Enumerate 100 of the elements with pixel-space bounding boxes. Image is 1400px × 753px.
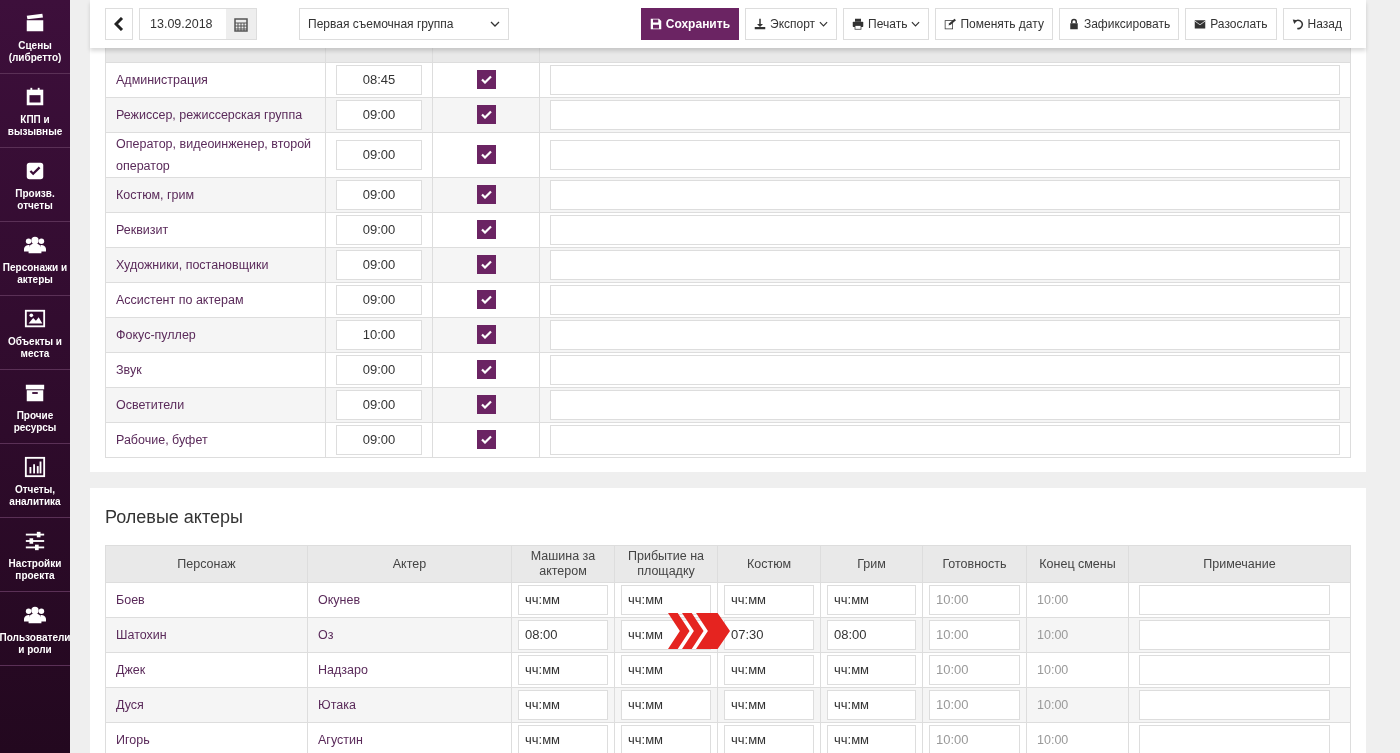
back-button[interactable] bbox=[105, 8, 133, 40]
note-field[interactable] bbox=[550, 140, 1340, 170]
note-field[interactable] bbox=[1139, 725, 1330, 753]
checkbox[interactable] bbox=[476, 290, 496, 310]
note-field[interactable] bbox=[550, 285, 1340, 315]
image-icon bbox=[24, 308, 46, 330]
checkbox[interactable] bbox=[476, 395, 496, 415]
time-field[interactable]: 08:00 bbox=[827, 620, 916, 650]
time-field[interactable]: чч:мм bbox=[621, 655, 711, 685]
sliders-icon bbox=[24, 530, 46, 552]
time-field[interactable]: 09:00 bbox=[336, 215, 422, 245]
sidebar-item[interactable]: Персонажи и актеры bbox=[0, 222, 70, 296]
time-field[interactable]: 09:00 bbox=[336, 425, 422, 455]
time-field[interactable]: чч:мм bbox=[621, 585, 711, 615]
sidebar-item[interactable]: Произв. отчеты bbox=[0, 148, 70, 222]
time-field[interactable]: чч:мм bbox=[518, 690, 608, 720]
save-icon bbox=[649, 18, 662, 30]
toolbar-button[interactable]: Поменять дату bbox=[935, 8, 1053, 40]
checkbox[interactable] bbox=[476, 105, 496, 125]
column-header: Примечание bbox=[1203, 556, 1276, 571]
sidebar-item[interactable]: Прочие ресурсы bbox=[0, 370, 70, 444]
toolbar-button[interactable]: Экспорт bbox=[745, 8, 838, 40]
checkbox[interactable] bbox=[476, 220, 496, 240]
department-name: Костюм, грим bbox=[116, 188, 195, 202]
toolbar-button[interactable]: Сохранить bbox=[640, 8, 739, 40]
checkbox[interactable] bbox=[476, 145, 496, 165]
caret-icon bbox=[490, 21, 500, 27]
check-icon bbox=[480, 435, 492, 445]
time-field[interactable]: 09:00 bbox=[336, 250, 422, 280]
note-field[interactable] bbox=[1139, 690, 1330, 720]
checkbox-icon bbox=[24, 160, 46, 182]
time-field[interactable]: чч:мм bbox=[518, 585, 608, 615]
check-icon bbox=[480, 110, 492, 120]
time-field[interactable]: 09:00 bbox=[336, 355, 422, 385]
undo-icon bbox=[1291, 18, 1304, 30]
time-field[interactable]: 07:30 bbox=[724, 620, 814, 650]
check-icon bbox=[480, 75, 492, 85]
time-field[interactable]: чч:мм bbox=[621, 725, 711, 753]
check-icon bbox=[480, 190, 492, 200]
note-field[interactable] bbox=[1139, 585, 1330, 615]
checkbox[interactable] bbox=[476, 185, 496, 205]
sidebar-item[interactable]: Объекты и места bbox=[0, 296, 70, 370]
character-name: Игорь bbox=[116, 732, 150, 747]
time-field[interactable]: 10:00 bbox=[336, 320, 422, 350]
toolbar-button[interactable]: Зафиксировать bbox=[1058, 8, 1180, 40]
edit-icon bbox=[944, 18, 957, 30]
time-field[interactable]: 09:00 bbox=[336, 390, 422, 420]
checkbox[interactable] bbox=[476, 255, 496, 275]
group-select[interactable]: Первая съемочная группа bbox=[299, 8, 509, 40]
note-field[interactable] bbox=[550, 180, 1340, 210]
checkbox[interactable] bbox=[476, 430, 496, 450]
time-field[interactable]: 09:00 bbox=[336, 100, 422, 130]
note-field[interactable] bbox=[550, 425, 1340, 455]
sidebar-item[interactable]: Отчеты, аналитика bbox=[0, 444, 70, 518]
note-field[interactable] bbox=[1139, 655, 1330, 685]
toolbar-button[interactable]: Печать bbox=[843, 8, 930, 40]
note-field[interactable] bbox=[550, 320, 1340, 350]
checkbox[interactable] bbox=[476, 70, 496, 90]
sidebar-item[interactable]: КПП и вызывные bbox=[0, 74, 70, 148]
caret-icon bbox=[819, 21, 829, 27]
checkbox[interactable] bbox=[476, 325, 496, 345]
note-field[interactable] bbox=[550, 250, 1340, 280]
sidebar-item[interactable]: Настройки проекта bbox=[0, 518, 70, 592]
time-field[interactable]: чч:мм bbox=[724, 725, 814, 753]
toolbar-button[interactable]: Разослать bbox=[1185, 8, 1277, 40]
department-name: Фокус-пуллер bbox=[116, 328, 196, 342]
sidebar-item[interactable]: Сцены (либретто) bbox=[0, 0, 70, 74]
note-field[interactable] bbox=[550, 65, 1340, 95]
actor-name: Окунев bbox=[318, 592, 361, 607]
chevron-left-icon bbox=[114, 17, 124, 31]
note-field[interactable] bbox=[550, 355, 1340, 385]
note-field[interactable] bbox=[550, 215, 1340, 245]
time-field[interactable]: 08:00 bbox=[518, 620, 608, 650]
end-time: 10:00 bbox=[1037, 697, 1069, 712]
time-field[interactable]: чч:мм bbox=[518, 725, 608, 753]
time-field[interactable]: чч:мм bbox=[827, 725, 916, 753]
arrow-overlay bbox=[668, 613, 730, 649]
date-field[interactable]: 13.09.2018 bbox=[139, 8, 257, 40]
time-field[interactable]: 08:45 bbox=[336, 65, 422, 95]
time-field[interactable]: чч:мм bbox=[724, 585, 814, 615]
character-name: Джек bbox=[116, 662, 146, 677]
time-field[interactable]: чч:мм bbox=[621, 690, 711, 720]
time-field[interactable]: чч:мм bbox=[827, 690, 916, 720]
time-field[interactable]: чч:мм bbox=[827, 585, 916, 615]
department-name: Реквизит bbox=[116, 223, 169, 237]
note-field[interactable] bbox=[1139, 620, 1330, 650]
note-field[interactable] bbox=[550, 100, 1340, 130]
toolbar-button[interactable]: Назад bbox=[1282, 8, 1351, 40]
note-field[interactable] bbox=[550, 390, 1340, 420]
time-field[interactable]: чч:мм bbox=[518, 655, 608, 685]
time-field[interactable]: чч:мм bbox=[724, 690, 814, 720]
checkbox[interactable] bbox=[476, 360, 496, 380]
users-icon bbox=[24, 604, 46, 626]
time-field[interactable]: 09:00 bbox=[336, 140, 422, 170]
time-field[interactable]: чч:мм bbox=[827, 655, 916, 685]
sidebar-item[interactable]: Пользователи и роли bbox=[0, 592, 70, 666]
actor-name: Агустин bbox=[318, 732, 363, 747]
time-field[interactable]: 09:00 bbox=[336, 285, 422, 315]
time-field[interactable]: 09:00 bbox=[336, 180, 422, 210]
time-field[interactable]: чч:мм bbox=[724, 655, 814, 685]
